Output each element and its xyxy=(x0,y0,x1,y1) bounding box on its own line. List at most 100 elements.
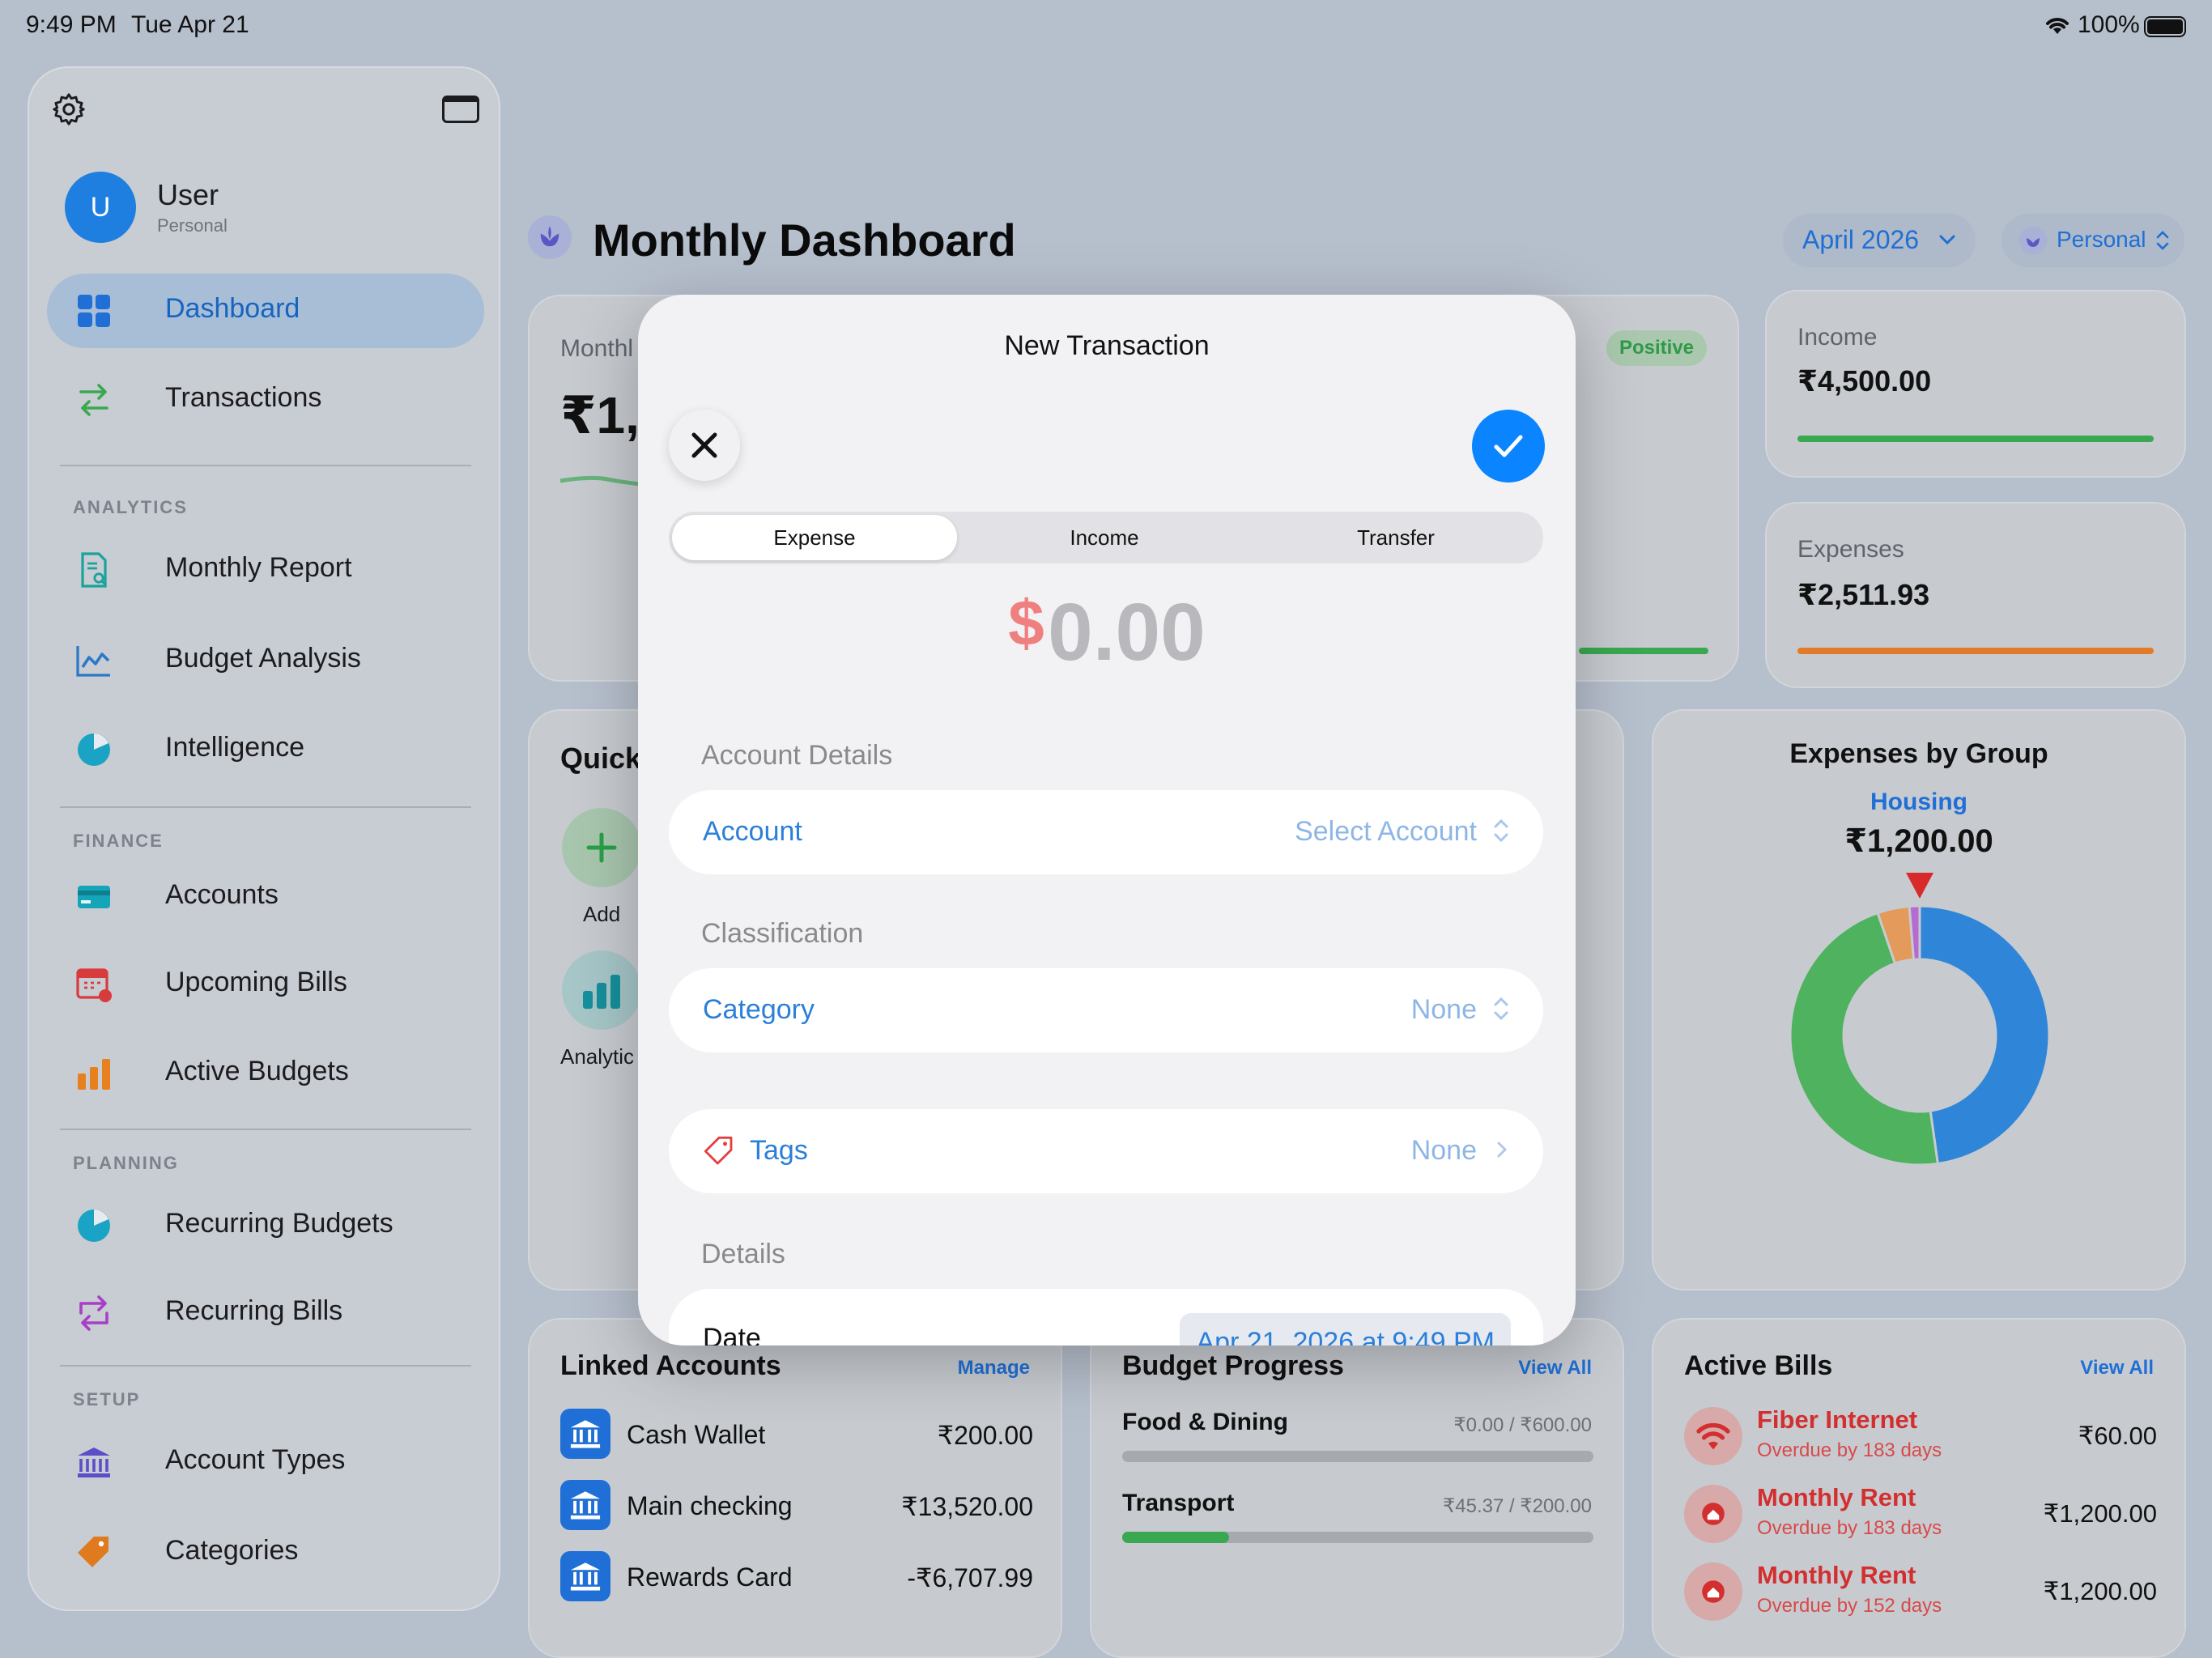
category-picker[interactable]: Category None xyxy=(669,968,1543,1052)
page-title: Monthly Dashboard xyxy=(593,215,1016,266)
sidebar-item-intelligence[interactable]: Intelligence xyxy=(47,712,484,787)
arrows-swap-icon xyxy=(79,384,108,416)
list-item[interactable]: Monthly Rent Overdue by 152 days ₹1,200.… xyxy=(1684,1559,2157,1624)
bill-status: Overdue by 183 days xyxy=(1757,1517,1942,1539)
section-header-account-details: Account Details xyxy=(701,740,893,771)
sidebar-item-active-budgets[interactable]: Active Budgets xyxy=(47,1036,484,1111)
wifi-status-icon xyxy=(2046,18,2069,34)
user-name: User xyxy=(157,178,219,211)
sidebar-item-label: Accounts xyxy=(165,879,279,910)
sidebar-divider xyxy=(60,806,471,808)
list-item[interactable]: Monthly Rent Overdue by 183 days ₹1,200.… xyxy=(1684,1482,2157,1546)
analytics-button[interactable] xyxy=(562,950,641,1030)
bank-icon xyxy=(560,1551,610,1601)
active-bills-card: Active Bills View All Fiber Internet Ove… xyxy=(1652,1318,2186,1658)
status-battery-percent: 100% xyxy=(2078,11,2140,38)
list-item[interactable]: Fiber Internet Overdue by 183 days ₹60.0… xyxy=(1684,1404,2157,1469)
sidebar-item-label: Budget Analysis xyxy=(165,643,361,674)
section-title-setup: SETUP xyxy=(73,1389,141,1409)
sidebar-item-recurring-bills[interactable]: Recurring Bills xyxy=(47,1276,484,1350)
budget-name: Transport xyxy=(1122,1490,1235,1516)
save-button[interactable] xyxy=(1472,410,1545,483)
chart-title: Expenses by Group xyxy=(1789,738,2048,769)
table-row[interactable]: Rewards Card -₹6,707.99 xyxy=(560,1551,1033,1601)
account-picker[interactable]: Account Select Account xyxy=(669,790,1543,874)
sidebar-item-monthly-report[interactable]: Monthly Report xyxy=(47,533,484,607)
sidebar-item-account-types[interactable]: Account Types xyxy=(47,1425,484,1499)
sidebar-item-upcoming-bills[interactable]: Upcoming Bills xyxy=(47,947,484,1022)
segment-expense[interactable]: Expense xyxy=(672,515,957,560)
pointer-triangle-icon xyxy=(1906,873,1933,899)
sidebar-item-dashboard[interactable]: Dashboard xyxy=(47,274,484,348)
budget-name: Food & Dining xyxy=(1122,1409,1288,1435)
account-amount: -₹6,707.99 xyxy=(907,1563,1033,1592)
expenses-bar xyxy=(1797,648,2154,654)
section-header-classification: Classification xyxy=(701,918,864,949)
date-label: Date xyxy=(703,1323,761,1346)
expenses-by-group-card: Expenses by Group Housing ₹1,200.00 xyxy=(1652,709,2186,1290)
sidebar-item-label: Monthly Report xyxy=(165,552,352,583)
table-row[interactable]: Main checking ₹13,520.00 xyxy=(560,1480,1033,1530)
active-bills-title: Active Bills xyxy=(1684,1350,1833,1381)
segment-income[interactable]: Income xyxy=(962,515,1247,560)
sidebar-item-categories[interactable]: Categories xyxy=(47,1516,484,1590)
month-picker-label: April 2026 xyxy=(1802,225,1920,254)
pie-icon xyxy=(78,1209,110,1242)
view-all-budgets-link[interactable]: View All xyxy=(1518,1357,1592,1380)
bill-name: Fiber Internet xyxy=(1757,1405,1918,1434)
budget-progress-bar xyxy=(1122,1451,1593,1462)
manage-link[interactable]: Manage xyxy=(958,1357,1030,1380)
close-button[interactable] xyxy=(669,410,740,481)
sidebar-item-budget-analysis[interactable]: Budget Analysis xyxy=(47,623,484,698)
checkmark-icon xyxy=(1494,435,1523,457)
gear-icon[interactable] xyxy=(50,91,87,128)
view-all-bills-link[interactable]: View All xyxy=(2080,1357,2154,1380)
bank-icon xyxy=(560,1409,610,1459)
chevron-updown-icon xyxy=(1494,818,1508,843)
segment-label: Expense xyxy=(773,525,856,550)
donut-slice-0[interactable] xyxy=(1918,904,2051,1166)
income-bar xyxy=(1797,436,2154,442)
income-label: Income xyxy=(1797,324,1878,351)
expenses-card: Expenses ₹2,511.93 xyxy=(1765,502,2186,688)
card-icon xyxy=(78,886,110,908)
sidebar-divider xyxy=(60,1129,471,1130)
close-icon xyxy=(691,432,717,458)
section-title-planning: PLANNING xyxy=(73,1153,179,1173)
date-row: Date Apr 21, 2026 at 9:49 PM xyxy=(669,1289,1543,1346)
segment-transfer[interactable]: Transfer xyxy=(1253,515,1538,560)
monthly-label: Monthl xyxy=(560,335,634,362)
table-row[interactable]: Cash Wallet ₹200.00 xyxy=(560,1409,1033,1459)
wifi-icon xyxy=(1684,1407,1742,1465)
bill-amount: ₹60.00 xyxy=(2078,1422,2157,1450)
date-picker[interactable]: Apr 21, 2026 at 9:49 PM xyxy=(1180,1313,1511,1346)
donut-chart[interactable] xyxy=(1786,902,2053,1169)
sidebar-item-recurring-budgets[interactable]: Recurring Budgets xyxy=(47,1188,484,1263)
profile-picker[interactable]: Personal xyxy=(2001,214,2184,267)
chevron-updown-icon xyxy=(1494,997,1508,1021)
sidebar-divider xyxy=(60,465,471,466)
quick-title: Quick xyxy=(560,742,642,775)
bill-amount: ₹1,200.00 xyxy=(2043,1499,2157,1528)
sidebar-item-accounts[interactable]: Accounts xyxy=(47,860,484,934)
status-date: Tue Apr 21 xyxy=(131,11,249,38)
tags-row[interactable]: Tags None xyxy=(669,1109,1543,1193)
section-title-finance: FINANCE xyxy=(73,831,164,851)
add-button[interactable] xyxy=(562,808,641,887)
sidebar-item-transactions[interactable]: Transactions xyxy=(47,363,484,437)
account-label: Account xyxy=(703,816,802,847)
avatar[interactable]: U xyxy=(65,172,136,243)
sidebar-toggle-icon[interactable] xyxy=(442,96,479,123)
bank-icon xyxy=(560,1480,610,1530)
income-card: Income ₹4,500.00 xyxy=(1765,290,2186,478)
income-value: ₹4,500.00 xyxy=(1797,364,1932,397)
budget-progress-bar xyxy=(1122,1532,1593,1543)
sidebar-divider xyxy=(60,1365,471,1367)
amount-input[interactable]: $ 0.00 xyxy=(638,586,1576,679)
month-picker[interactable]: April 2026 xyxy=(1783,214,1976,267)
date-value: Apr 21, 2026 at 9:49 PM xyxy=(1196,1327,1495,1346)
tag-icon xyxy=(78,1537,108,1567)
sidebar-item-label: Transactions xyxy=(165,382,322,413)
budget-amount: ₹0.00 / ₹600.00 xyxy=(1453,1414,1592,1436)
tags-label: Tags xyxy=(750,1135,808,1166)
